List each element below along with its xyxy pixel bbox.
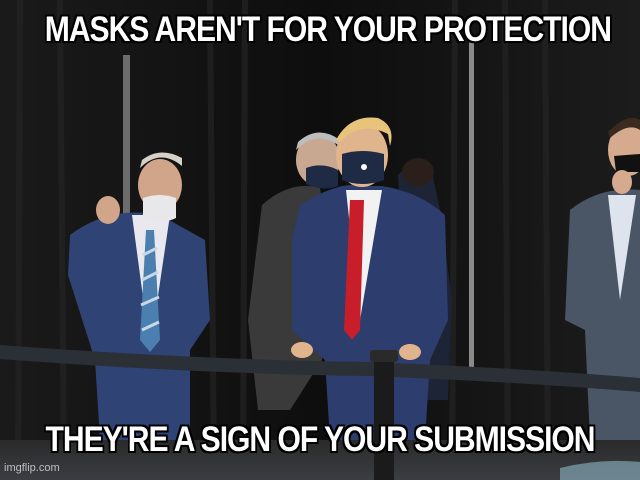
bottom-caption: THEY'RE A SIGN OF YOUR SUBMISSION bbox=[45, 420, 596, 459]
mask-white bbox=[143, 195, 176, 222]
barrier-post bbox=[374, 352, 394, 480]
light-stand-left bbox=[123, 55, 130, 235]
meme-image: MASKS AREN'T FOR YOUR PROTECTION THEY'RE… bbox=[0, 0, 640, 480]
light-stand-right bbox=[469, 40, 474, 370]
watermark: imgflip.com bbox=[4, 462, 60, 474]
mask-black bbox=[614, 154, 640, 172]
mask-dark bbox=[306, 165, 338, 189]
top-caption: MASKS AREN'T FOR YOUR PROTECTION bbox=[44, 10, 612, 49]
photo-scene bbox=[0, 0, 640, 480]
